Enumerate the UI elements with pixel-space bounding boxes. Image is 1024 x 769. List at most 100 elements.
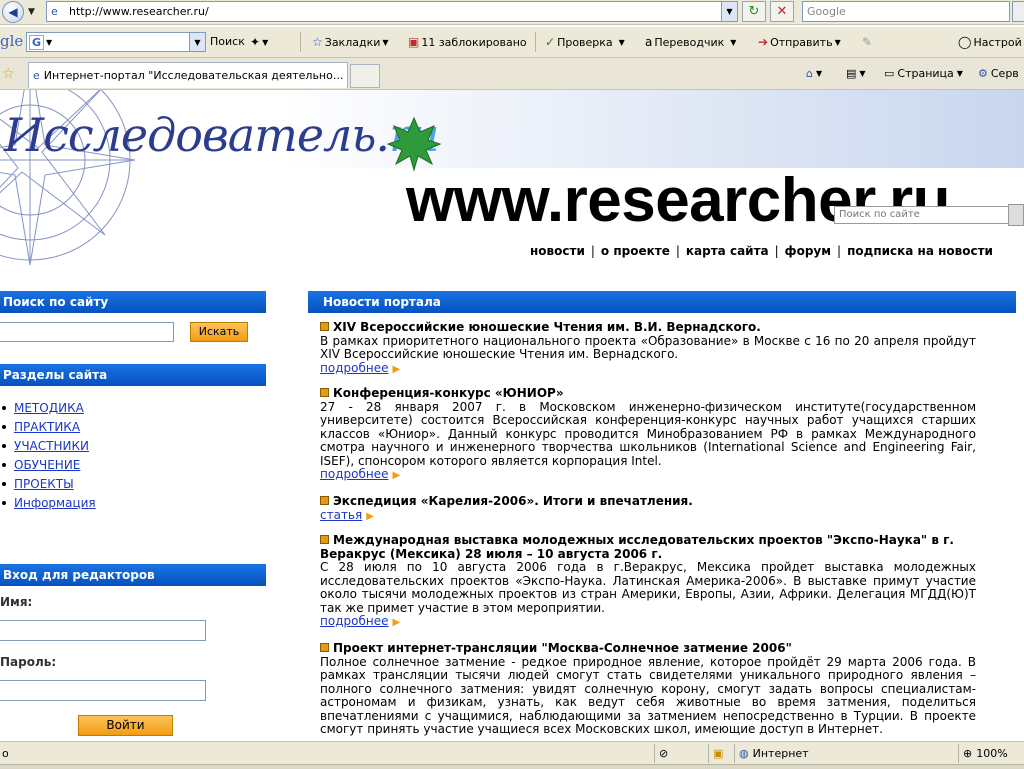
arrow-right-icon: ▶ (392, 470, 401, 481)
google-toolbar-input[interactable]: G ▼ ▼ (26, 32, 206, 52)
login-button[interactable]: Войти (78, 715, 173, 736)
service-menu[interactable]: ⚙ Серв (978, 67, 1019, 80)
news-title: Международная выставка молодежных исслед… (320, 533, 976, 561)
tab-row: ☆ e Интернет-портал "Исследовательская д… (0, 58, 1024, 90)
toolbar-puzzle-button[interactable]: ✦ ▼ (250, 35, 268, 49)
nav-separator: | (774, 244, 779, 258)
nav-forum[interactable]: форум (785, 244, 831, 258)
news-title-text: Международная выставка молодежных исслед… (320, 533, 954, 561)
logo-main-text: Исследователь. (4, 108, 390, 162)
pencil-icon: ✎ (862, 35, 873, 49)
history-dropdown-icon[interactable]: ▼ (28, 7, 35, 17)
square-bullet-icon (320, 388, 329, 397)
sidebar-search-button[interactable]: Искать (190, 322, 248, 342)
toolbar-spellcheck-button[interactable]: ✓ Проверка ▼ (545, 35, 625, 49)
section-link-practice[interactable]: ПРАКТИКА (14, 420, 80, 434)
stop-icon[interactable]: ✕ (770, 1, 794, 22)
toolbar-search-button[interactable]: Поиск (210, 35, 245, 48)
square-bullet-icon (320, 496, 329, 505)
privacy-status[interactable]: ⊘ (654, 744, 686, 763)
translator-dropdown-icon: ▼ (730, 37, 737, 47)
more-link[interactable]: подробнее (320, 614, 388, 628)
page-icon: e (51, 4, 58, 18)
send-dropdown-icon: ▼ (834, 37, 841, 47)
back-icon[interactable]: ◀ (2, 1, 24, 23)
news-title: Проект интернет-трансляции "Москва-Солне… (320, 641, 976, 656)
news-item: XIV Всероссийские юношеские Чтения им. В… (320, 320, 976, 376)
list-item: ПРОЕКТЫ (0, 474, 96, 493)
google-search-button[interactable] (1012, 1, 1024, 22)
section-link-projects[interactable]: ПРОЕКТЫ (14, 477, 74, 491)
address-field[interactable]: e http://www.researcher.ru/ ▼ (46, 1, 738, 22)
section-link-information[interactable]: Информация (14, 496, 96, 510)
news-more: подробнее ▶ (320, 467, 400, 481)
bookmarks-label: Закладки (324, 35, 381, 49)
password-field[interactable] (0, 680, 206, 701)
article-link[interactable]: статья (320, 508, 362, 522)
home-button[interactable]: ⌂ ▼ (806, 67, 822, 80)
refresh-icon[interactable]: ↻ (742, 1, 766, 22)
arrow-right-icon: ▶ (392, 617, 401, 628)
toolbar-settings-button[interactable]: ◯ Настрой (958, 35, 1022, 49)
site-search-input[interactable]: Поиск по сайте (834, 206, 1010, 224)
section-link-education[interactable]: ОБУЧЕНИЕ (14, 458, 80, 472)
nav-subscribe[interactable]: подписка на новости (847, 244, 993, 258)
name-field[interactable] (0, 620, 206, 641)
site-logo[interactable]: Исследователь.ru (4, 108, 440, 162)
sections-list: МЕТОДИКА ПРАКТИКА УЧАСТНИКИ ОБУЧЕНИЕ ПРО… (0, 398, 96, 512)
new-tab-button[interactable] (350, 64, 380, 88)
toolbar-popup-blocker[interactable]: ▣ 11 заблокировано (408, 35, 527, 49)
blocked-label: 11 заблокировано (421, 35, 527, 49)
favorites-star-icon[interactable]: ☆ (2, 66, 15, 82)
toolbar-send-button[interactable]: ➔ Отправить ▼ (758, 35, 841, 49)
page-menu-label: Страница (897, 67, 954, 80)
sections-panel-title: Разделы сайта (0, 364, 266, 386)
g-dropdown-icon: ▼ (46, 37, 53, 47)
web-page: Исследователь.ru www.researcher.ru Поиск… (0, 90, 1024, 741)
print-button[interactable]: ▤ ▼ (846, 67, 866, 80)
print-icon: ▤ (846, 67, 857, 80)
arrow-right-icon: ▶ (366, 510, 374, 522)
sidebar-search-input[interactable] (0, 322, 174, 342)
nav-news[interactable]: новости (530, 244, 585, 258)
zoom-level: 100% (976, 747, 1008, 760)
address-dropdown-icon[interactable]: ▼ (721, 2, 737, 21)
more-link[interactable]: подробнее (320, 467, 388, 481)
gear-icon: ⚙ (978, 67, 988, 80)
settings-label: Настрой (973, 35, 1022, 49)
bullet-icon (2, 443, 6, 448)
toolbar-translator-button[interactable]: a Переводчик ▼ (645, 35, 736, 49)
toolbar-highlight-button[interactable]: ✎ (862, 35, 872, 49)
toolbar-bookmarks-button[interactable]: ☆ Закладки ▼ (312, 35, 389, 49)
nav-about[interactable]: о проекте (601, 244, 670, 258)
bookmarks-dropdown-icon: ▼ (382, 37, 389, 47)
square-bullet-icon (320, 322, 329, 331)
zoom-control[interactable]: ⊕ 100% (958, 744, 1024, 763)
top-navigation: новости | о проекте | карта сайта | форум | подп… (530, 244, 993, 258)
status-text: о (2, 747, 9, 760)
news-item: Международная выставка молодежных исслед… (320, 533, 976, 630)
spellcheck-icon: ✓ (545, 35, 556, 49)
google-search-input[interactable]: Google (802, 1, 1010, 22)
name-label: Имя: (0, 595, 33, 609)
bullet-icon (2, 462, 6, 467)
toolbar-input-dropdown-icon[interactable]: ▼ (189, 33, 205, 51)
section-link-methodology[interactable]: МЕТОДИКА (14, 401, 84, 415)
news-title-text: Экспедиция «Карелия-2006». Итоги и впеча… (333, 494, 693, 508)
active-tab[interactable]: e Интернет-портал "Исследовательская дея… (28, 62, 348, 88)
news-body: В рамках приоритетного национального про… (320, 333, 976, 361)
nav-sitemap[interactable]: карта сайта (686, 244, 769, 258)
page-menu[interactable]: ▭ Страница ▼ (884, 67, 963, 80)
bullet-icon (2, 500, 6, 505)
privacy-icon: ⊘ (659, 747, 669, 760)
nav-separator: | (837, 244, 842, 258)
square-bullet-icon (320, 643, 329, 652)
news-panel-title: Новости портала (308, 291, 1016, 313)
news-title-text: XIV Всероссийские юношеские Чтения им. В… (333, 320, 761, 334)
more-link[interactable]: подробнее (320, 361, 388, 375)
translator-label: Переводчик (654, 35, 725, 49)
site-search-go-button[interactable] (1008, 204, 1024, 226)
section-link-participants[interactable]: УЧАСТНИКИ (14, 439, 89, 453)
popup-blocker-icon: ▣ (408, 35, 420, 49)
google-logo: gle (0, 32, 24, 50)
